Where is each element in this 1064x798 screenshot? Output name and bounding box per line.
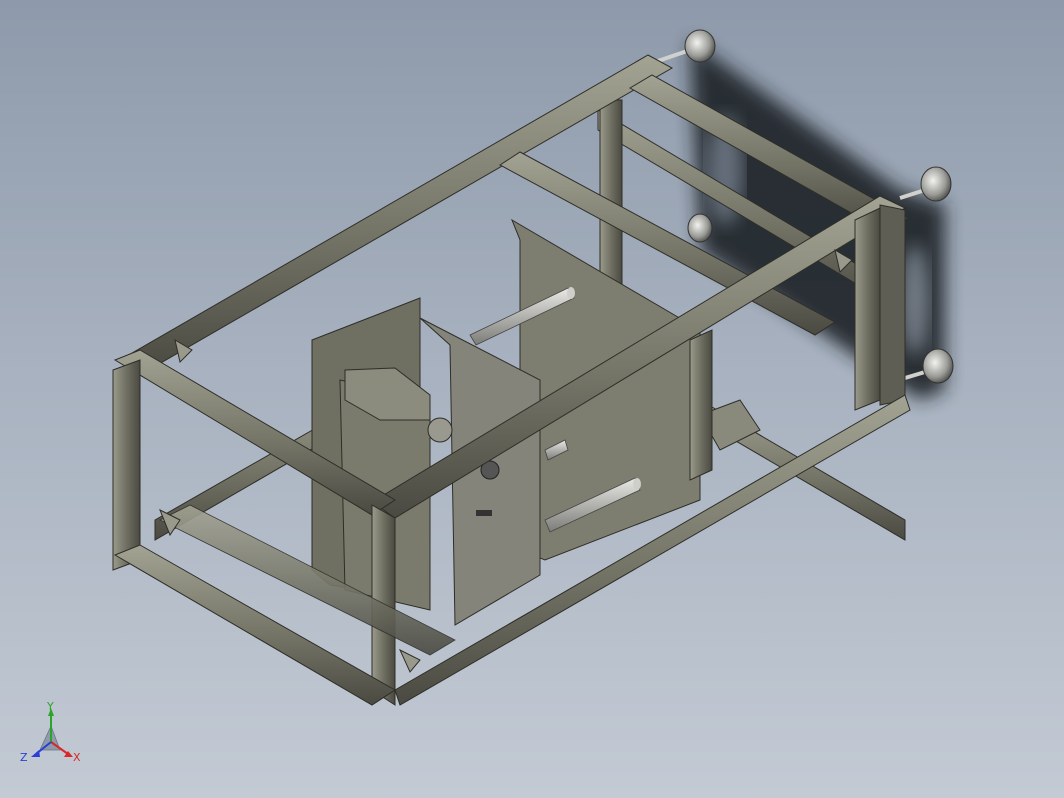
cad-viewport[interactable] [0, 0, 1064, 798]
triad-y-label: Y [46, 702, 54, 713]
leveling-foot-top [654, 29, 716, 64]
triad-x-label: X [73, 751, 81, 764]
leveling-foot-right-upper [899, 166, 952, 202]
view-orientation-triad[interactable]: Y X Z [18, 702, 88, 772]
cast-shadow [690, 40, 945, 400]
leveling-foot-mid-left [687, 213, 713, 243]
triad-z-label: Z [20, 751, 28, 764]
triad-z-arrow [31, 750, 40, 757]
